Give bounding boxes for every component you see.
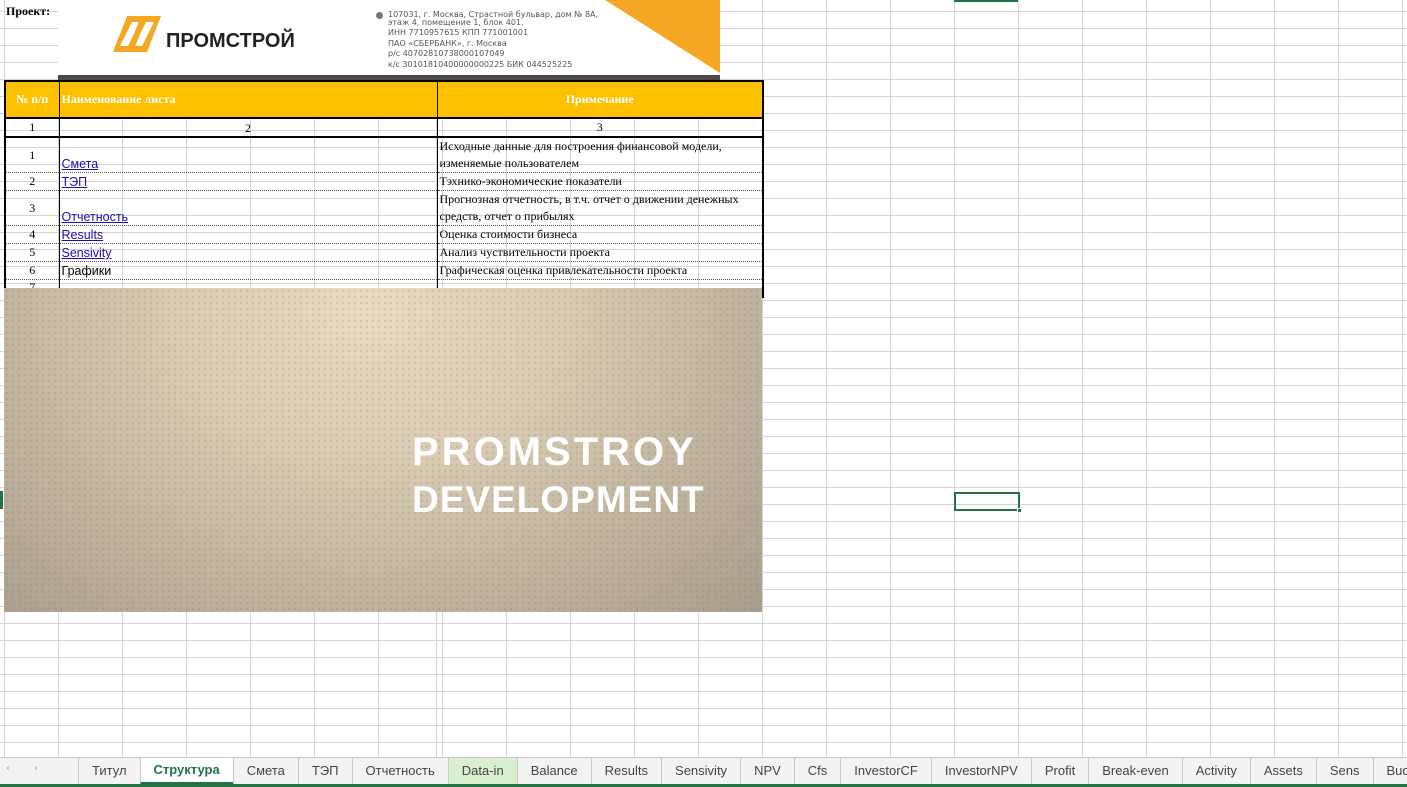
- selected-cell[interactable]: [954, 492, 1022, 513]
- sheet-tab[interactable]: Data-in: [447, 758, 517, 785]
- sheet-tab[interactable]: Структура: [139, 758, 233, 785]
- orange-corner-decoration: [605, 0, 720, 73]
- row-number[interactable]: 3: [4, 190, 60, 226]
- column-number-cell[interactable]: 1: [4, 117, 60, 138]
- row-number[interactable]: 5: [4, 243, 60, 262]
- sheet-tab[interactable]: Balance: [516, 758, 591, 785]
- sheet-name-cell[interactable]: Графики: [58, 261, 438, 280]
- sheet-tab[interactable]: InvestorNPV: [930, 758, 1031, 785]
- project-label: Проект:: [6, 4, 51, 18]
- sheet-tab[interactable]: Титул: [78, 758, 140, 785]
- address-line: ИНН 7710957615 КПП 771001001: [388, 28, 529, 38]
- header-sheet-name[interactable]: Наименование листа: [58, 80, 438, 119]
- sheet-tabs: Титул Структура Смета ТЭП Отчетность Data-in B…: [78, 758, 1407, 785]
- sheet-link-cell[interactable]: ТЭП: [58, 172, 438, 191]
- sheet-tab[interactable]: Results: [590, 758, 661, 785]
- sheet-tab[interactable]: NPV: [740, 758, 794, 785]
- promo-banner-image[interactable]: PROMSTROY DEVELOPMENT: [4, 288, 762, 612]
- company-name: ПРОМСТРОЙ: [166, 30, 295, 52]
- sheet-tab[interactable]: Budjet: [1372, 758, 1407, 785]
- active-column-marker: [954, 0, 1018, 2]
- structure-table: № п/п Наименование листа Примечание 1 2 …: [4, 80, 764, 298]
- table-row: 5 Sensivity Анализ чуствительности проек…: [4, 243, 764, 262]
- next-sheet-icon[interactable]: ›: [34, 763, 38, 774]
- row-number[interactable]: 2: [4, 172, 60, 191]
- note-cell[interactable]: Исходные данные для построения финансово…: [436, 136, 764, 173]
- table-header-row: № п/п Наименование листа Примечание: [4, 80, 764, 119]
- column-number-cell[interactable]: 3: [436, 117, 764, 138]
- fill-handle[interactable]: [1017, 508, 1022, 513]
- table-row: 2 ТЭП Тэхнико-экономические показатели: [4, 172, 764, 191]
- table-row: 1 Смета Исходные данные для построения ф…: [4, 136, 764, 173]
- active-row-marker: [0, 491, 3, 509]
- row-number[interactable]: 4: [4, 225, 60, 244]
- banner-title-line1: PROMSTROY: [412, 430, 697, 474]
- sheet-link[interactable]: ТЭП: [62, 175, 88, 189]
- column-number-row: 1 2 3: [4, 117, 764, 138]
- row-number[interactable]: 1: [4, 136, 60, 173]
- sheet-tab[interactable]: Cfs: [793, 758, 841, 785]
- sheet-tab[interactable]: Activity: [1181, 758, 1250, 785]
- note-cell[interactable]: Анализ чуствительности проекта: [436, 243, 764, 262]
- header-num-label: № п/п: [16, 92, 49, 106]
- company-address: 107031, г. Москва, Страстной бульвар, до…: [388, 10, 628, 71]
- sheet-tab[interactable]: Profit: [1030, 758, 1088, 785]
- header-note-label: Примечание: [565, 92, 634, 106]
- banner-title-line2: DEVELOPMENT: [412, 479, 705, 520]
- sheet-link-cell[interactable]: Sensivity: [58, 243, 438, 262]
- column-number-cell[interactable]: 2: [58, 117, 438, 138]
- row-number[interactable]: 6: [4, 261, 60, 280]
- sheet-link-cell[interactable]: Смета: [58, 136, 438, 173]
- location-pin-icon: [376, 12, 383, 19]
- sheet-tab[interactable]: ТЭП: [297, 758, 352, 785]
- header-note[interactable]: Примечание: [436, 80, 764, 119]
- table-row: 4 Results Оценка стоимости бизнеса: [4, 225, 764, 244]
- sheet-tab[interactable]: Отчетность: [351, 758, 448, 785]
- sheet-tab[interactable]: Break-even: [1088, 758, 1181, 785]
- address-line: р/с 40702810738000107049: [388, 49, 505, 59]
- sheet-tab[interactable]: Sensivity: [661, 758, 740, 785]
- sheet-link[interactable]: Sensivity: [62, 246, 112, 260]
- sheet-tab[interactable]: Assets: [1249, 758, 1316, 785]
- note-cell[interactable]: Тэхнико-экономические показатели: [436, 172, 764, 191]
- sheet-link[interactable]: Отчетность: [62, 210, 129, 224]
- sheet-link-cell[interactable]: Results: [58, 225, 438, 244]
- letterhead-image[interactable]: ПРОМСТРОЙ 107031, г. Москва, Страстной б…: [58, 0, 720, 80]
- sheet-tab[interactable]: Sens: [1315, 758, 1373, 785]
- sheet-name-text: Графики: [61, 264, 112, 278]
- sheet-tab-bar: ‹ › Титул Структура Смета ТЭП Отчетность Data…: [0, 757, 1407, 787]
- note-cell[interactable]: Оценка стоимости бизнеса: [436, 225, 764, 244]
- sheet-tab[interactable]: Смета: [232, 758, 298, 785]
- company-logo-icon: [113, 16, 161, 52]
- address-line: ПАО «СБЕРБАНК», г. Москва: [388, 38, 507, 48]
- sheet-link[interactable]: Смета: [62, 157, 99, 171]
- note-cell[interactable]: Графическая оценка привлекательности про…: [436, 261, 764, 280]
- address-line: к/с 30101810400000000225 БИК 044525225: [388, 59, 573, 69]
- sheet-link[interactable]: Results: [62, 228, 104, 242]
- note-cell[interactable]: Прогнозная отчетность, в т.ч. отчет о дв…: [436, 190, 764, 226]
- table-row: 3 Отчетность Прогнозная отчетность, в т.…: [4, 190, 764, 226]
- table-row: 6 Графики Графическая оценка привлекател…: [4, 261, 764, 280]
- header-num[interactable]: № п/п: [4, 80, 60, 119]
- header-name-label: Наименование листа: [61, 92, 176, 106]
- prev-sheet-icon[interactable]: ‹: [6, 763, 10, 774]
- sheet-link-cell[interactable]: Отчетность: [58, 190, 438, 226]
- sheet-tab[interactable]: InvestorCF: [840, 758, 931, 785]
